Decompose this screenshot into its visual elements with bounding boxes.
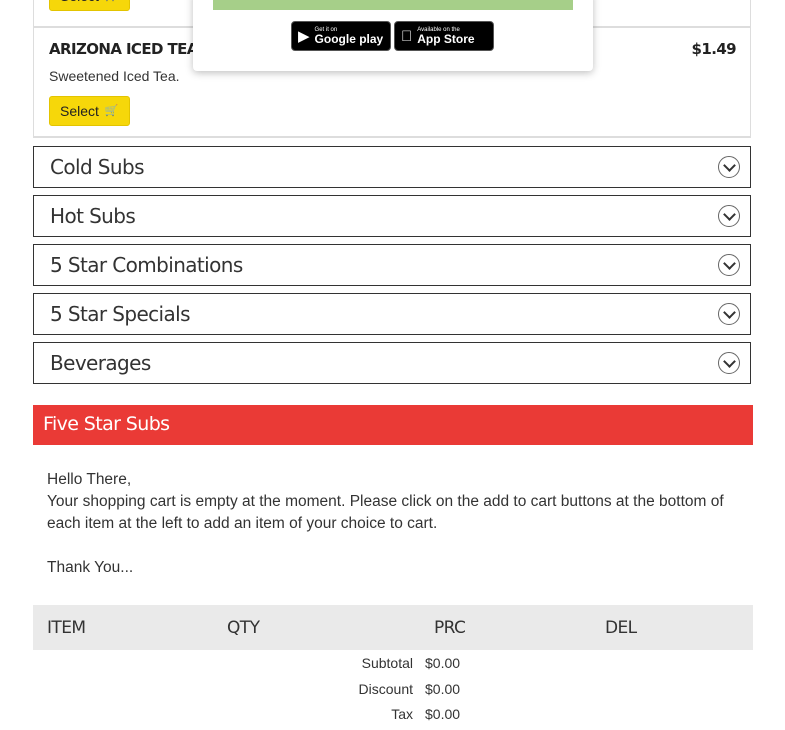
modal-status-bar — [213, 0, 573, 10]
totals-label: Tax — [391, 706, 413, 722]
cart-table-header: ITEM QTY PRC DEL — [33, 605, 753, 650]
app-download-modal: ▶ Get it on Google play  Available on t… — [193, 0, 593, 71]
category-5-star-specials[interactable]: 5 Star Specials — [33, 293, 751, 335]
item-description: Sweetened Iced Tea. — [49, 68, 180, 84]
totals-value: $0.00 — [425, 706, 461, 722]
category-label: Beverages — [50, 351, 151, 375]
category-label: Hot Subs — [50, 204, 136, 228]
chevron-down-icon — [718, 303, 740, 325]
chevron-down-icon — [718, 352, 740, 374]
cart-signoff: Thank You... — [47, 559, 134, 576]
column-header-del: DEL — [605, 618, 637, 638]
select-button[interactable]: Select 🛒 — [49, 0, 130, 11]
cart-icon: 🛒 — [105, 0, 119, 11]
app-store-big-text: App Store — [406, 32, 474, 46]
cart-greeting: Hello There, — [47, 471, 132, 488]
cart-empty-message: Hello There, Your shopping cart is empty… — [47, 469, 737, 579]
google-play-big-text: Google play — [314, 32, 384, 46]
subtotal-row: Subtotal $0.00 — [33, 655, 753, 679]
tax-row: Tax $0.00 — [33, 706, 753, 730]
category-cold-subs[interactable]: Cold Subs — [33, 146, 751, 188]
discount-row: Discount $0.00 — [33, 681, 753, 705]
category-beverages[interactable]: Beverages — [33, 342, 751, 384]
app-store-badge[interactable]:  Available on the App Store — [394, 21, 494, 51]
totals-label: Discount — [358, 681, 413, 697]
select-label: Select — [60, 0, 99, 11]
cart-message-body: Your shopping cart is empty at the momen… — [47, 493, 724, 532]
totals-value: $0.00 — [425, 681, 461, 697]
cart-title: Five Star Subs — [43, 413, 170, 435]
category-5-star-combinations[interactable]: 5 Star Combinations — [33, 244, 751, 286]
category-label: Cold Subs — [50, 155, 145, 179]
google-play-badge[interactable]: ▶ Get it on Google play — [291, 21, 391, 51]
google-play-icon: ▶ — [298, 28, 310, 45]
totals-label: Subtotal — [361, 655, 413, 671]
column-header-prc: PRC — [434, 618, 466, 638]
totals-value: $0.00 — [425, 655, 461, 671]
column-header-item: ITEM — [47, 618, 86, 638]
cart-header: Five Star Subs — [33, 405, 753, 445]
item-price: $1.49 — [691, 40, 737, 58]
select-button[interactable]: Select 🛒 — [49, 96, 130, 126]
column-header-qty: QTY — [227, 618, 260, 638]
chevron-down-icon — [718, 156, 740, 178]
chevron-down-icon — [718, 205, 740, 227]
category-hot-subs[interactable]: Hot Subs — [33, 195, 751, 237]
cart-icon: 🛒 — [104, 105, 119, 117]
apple-icon:  — [401, 28, 412, 45]
select-label: Select — [60, 103, 99, 119]
category-label: 5 Star Specials — [50, 302, 191, 326]
item-name: ARIZONA ICED TEA — [49, 40, 198, 58]
category-label: 5 Star Combinations — [50, 253, 243, 277]
chevron-down-icon — [718, 254, 740, 276]
